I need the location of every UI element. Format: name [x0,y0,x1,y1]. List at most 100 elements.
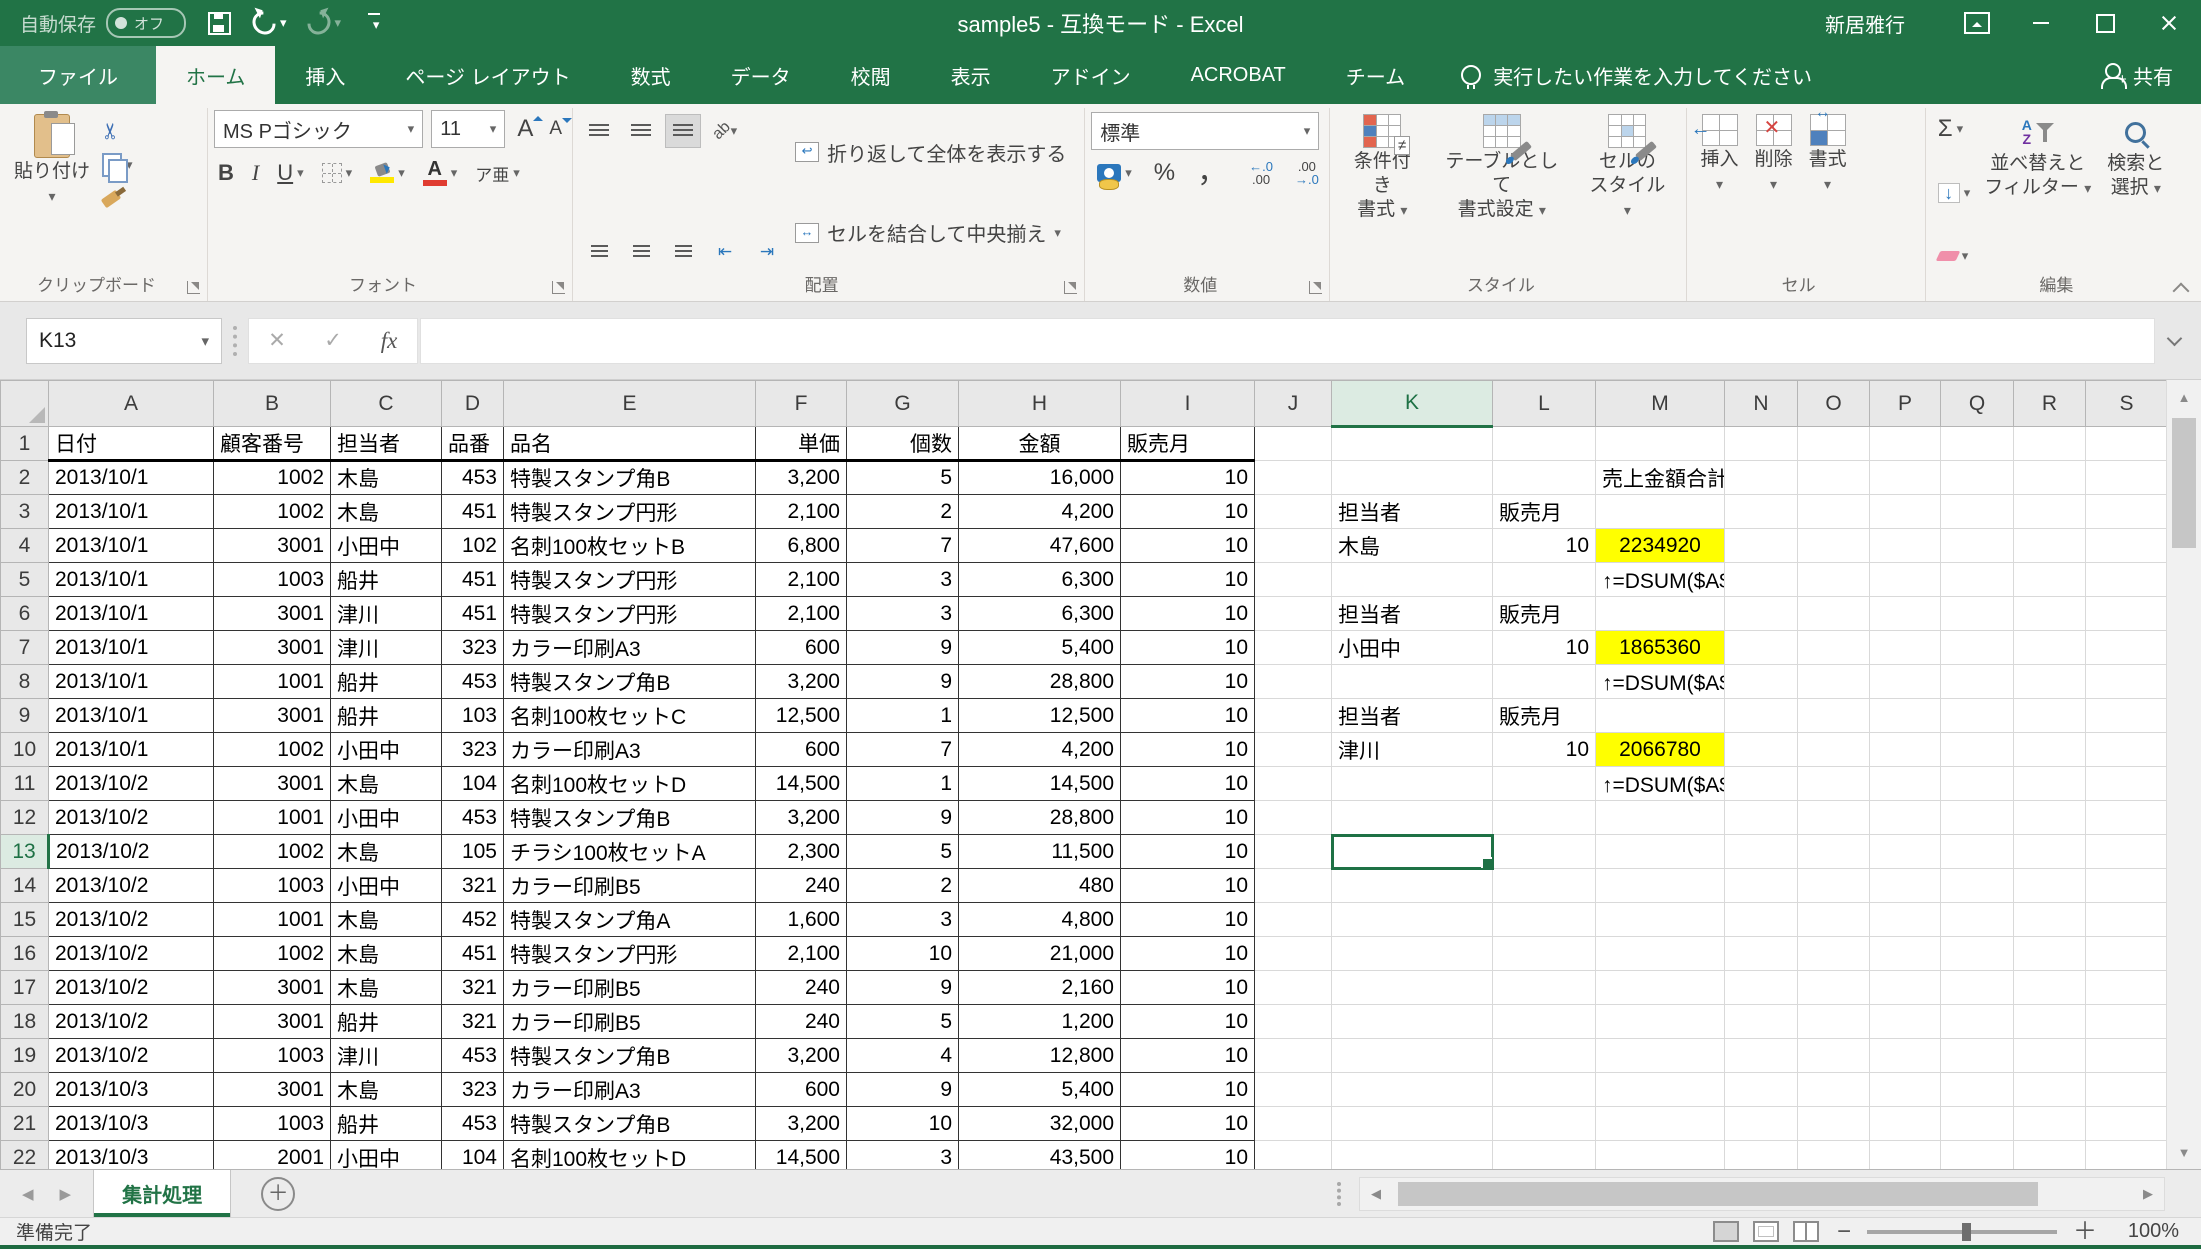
sort-filter-button[interactable]: AZ 並べ替えと フィルター ▾ [1976,110,2099,273]
cell-M5[interactable]: ↑=DSUM($A$1:$I$453,”金額”,K3:L4) [1596,563,1725,597]
cell-E3[interactable]: 特製スタンプ円形 [504,495,756,529]
new-sheet-button[interactable]: ＋ [261,1177,295,1211]
cell-H11[interactable]: 14,500 [959,767,1121,801]
cell-O1[interactable] [1798,427,1870,461]
cell-I1[interactable]: 販売月 [1121,427,1255,461]
cell-L21[interactable] [1493,1107,1596,1141]
cell-O19[interactable] [1798,1039,1870,1073]
cell-R6[interactable] [2014,597,2086,631]
scroll-left-icon[interactable]: ◀ [1360,1186,1392,1202]
formula-bar-splitter[interactable] [222,326,248,356]
tab-formulas[interactable]: 数式 [601,46,701,104]
cell-P22[interactable] [1870,1141,1941,1170]
insert-cells-button[interactable]: ← 挿入 ▾ [1693,110,1747,273]
cell-E12[interactable]: 特製スタンプ角B [504,801,756,835]
cell-C6[interactable]: 津川 [331,597,442,631]
autosave-toggle[interactable]: 自動保存 オフ [20,8,186,38]
row-header-22[interactable]: 22 [1,1141,49,1170]
cell-E1[interactable]: 品名 [504,427,756,461]
row-header-2[interactable]: 2 [1,461,49,495]
merge-center-button[interactable]: ↔セルを結合して中央揃え▾ [795,213,1066,253]
cell-A6[interactable]: 2013/10/1 [49,597,214,631]
cell-L15[interactable] [1493,903,1596,937]
cell-Q17[interactable] [1941,971,2014,1005]
zoom-out-button[interactable]: − [1837,1222,1851,1242]
align-left-button[interactable] [581,235,617,269]
row-header-21[interactable]: 21 [1,1107,49,1141]
cell-A14[interactable]: 2013/10/2 [49,869,214,903]
cell-S19[interactable] [2086,1039,2168,1073]
cell-L9[interactable]: 販売月 [1493,699,1596,733]
cell-B4[interactable]: 3001 [214,529,331,563]
cell-B6[interactable]: 3001 [214,597,331,631]
cell-I20[interactable]: 10 [1121,1073,1255,1107]
cell-H18[interactable]: 1,200 [959,1005,1121,1039]
cell-N5[interactable] [1725,563,1798,597]
cell-N12[interactable] [1725,801,1798,835]
collapse-ribbon-button[interactable] [2175,281,2187,293]
cell-A9[interactable]: 2013/10/1 [49,699,214,733]
format-cells-button[interactable]: ↔ 書式 ▾ [1801,110,1855,273]
cell-C15[interactable]: 木島 [331,903,442,937]
bold-button[interactable]: B [214,158,238,188]
clear-button[interactable]: ▾ [1934,241,1975,271]
cell-G8[interactable]: 9 [847,665,959,699]
cell-D4[interactable]: 102 [442,529,504,563]
cell-E21[interactable]: 特製スタンプ角B [504,1107,756,1141]
cell-D8[interactable]: 453 [442,665,504,699]
cell-K15[interactable] [1332,903,1493,937]
cell-B12[interactable]: 1001 [214,801,331,835]
cell-B11[interactable]: 3001 [214,767,331,801]
cell-D13[interactable]: 105 [442,835,504,869]
percent-button[interactable]: % [1150,158,1179,188]
cell-G7[interactable]: 9 [847,631,959,665]
page-break-view-button[interactable] [1793,1221,1819,1242]
cell-G20[interactable]: 9 [847,1073,959,1107]
cell-M4[interactable]: 2234920 [1596,529,1725,563]
page-layout-view-button[interactable] [1753,1221,1779,1242]
cell-H7[interactable]: 5,400 [959,631,1121,665]
cell-S11[interactable] [2086,767,2168,801]
cell-K13[interactable] [1332,835,1493,869]
zoom-percentage[interactable]: 100% [2115,1220,2179,1243]
cell-L4[interactable]: 10 [1493,529,1596,563]
cell-A7[interactable]: 2013/10/1 [49,631,214,665]
undo-button[interactable]: ▾ [252,7,287,39]
cell-M3[interactable] [1596,495,1725,529]
cell-Q21[interactable] [1941,1107,2014,1141]
cell-P1[interactable] [1870,427,1941,461]
cell-Q18[interactable] [1941,1005,2014,1039]
format-painter-button[interactable] [98,184,137,214]
cell-G18[interactable]: 5 [847,1005,959,1039]
cell-M17[interactable] [1596,971,1725,1005]
cell-R22[interactable] [2014,1141,2086,1170]
cancel-entry-button[interactable]: ✕ [249,328,305,353]
cell-O8[interactable] [1798,665,1870,699]
cell-D15[interactable]: 452 [442,903,504,937]
cell-I11[interactable]: 10 [1121,767,1255,801]
column-header-D[interactable]: D [442,381,504,427]
column-header-Q[interactable]: Q [1941,381,2014,427]
column-header-L[interactable]: L [1493,381,1596,427]
cell-J13[interactable] [1255,835,1332,869]
cell-R5[interactable] [2014,563,2086,597]
cell-I2[interactable]: 10 [1121,461,1255,495]
cell-J21[interactable] [1255,1107,1332,1141]
cell-Q5[interactable] [1941,563,2014,597]
cell-L6[interactable]: 販売月 [1493,597,1596,631]
horizontal-scrollbar[interactable]: ◀ ▶ [1359,1177,2165,1211]
cell-L12[interactable] [1493,801,1596,835]
cell-F1[interactable]: 単価 [756,427,847,461]
cell-J16[interactable] [1255,937,1332,971]
cell-G1[interactable]: 個数 [847,427,959,461]
close-button[interactable] [2137,0,2201,46]
cell-M19[interactable] [1596,1039,1725,1073]
cell-B2[interactable]: 1002 [214,461,331,495]
cell-Q6[interactable] [1941,597,2014,631]
cell-C14[interactable]: 小田中 [331,869,442,903]
column-header-B[interactable]: B [214,381,331,427]
cell-S21[interactable] [2086,1107,2168,1141]
cell-L7[interactable]: 10 [1493,631,1596,665]
cell-G9[interactable]: 1 [847,699,959,733]
cell-E6[interactable]: 特製スタンプ円形 [504,597,756,631]
